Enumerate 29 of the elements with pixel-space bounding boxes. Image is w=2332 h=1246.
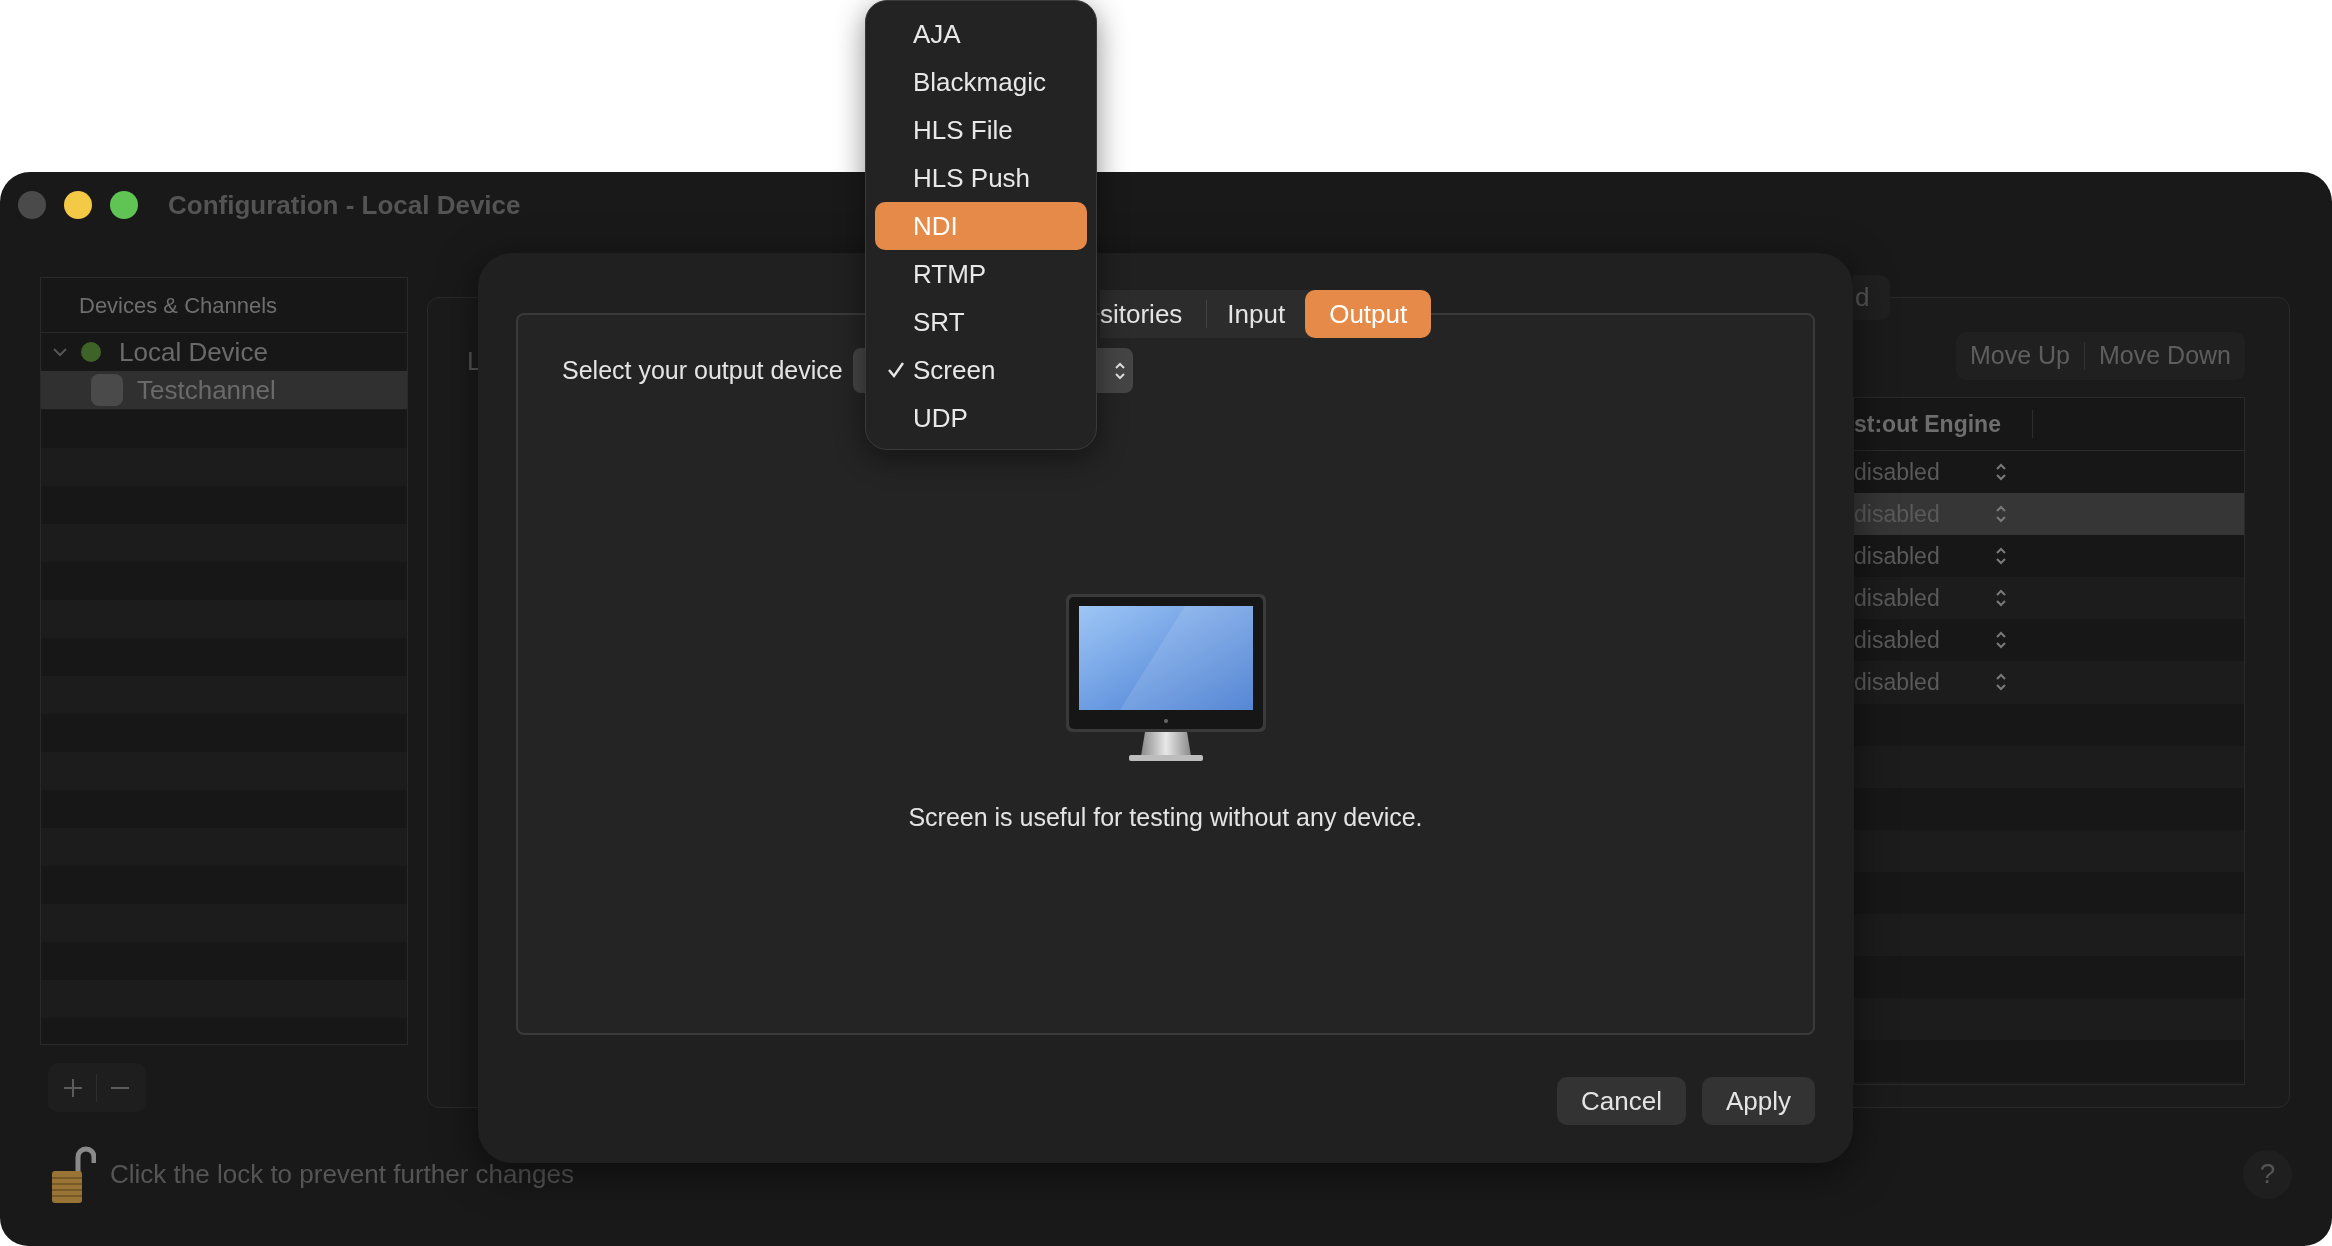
menu-item[interactable]: Blackmagic bbox=[875, 58, 1087, 106]
help-button[interactable]: ? bbox=[2243, 1149, 2292, 1199]
prompt-label: Select your output device bbox=[562, 354, 843, 386]
menu-item[interactable]: NDI bbox=[875, 202, 1087, 250]
table-cell-text: disabled bbox=[1854, 541, 1941, 571]
column-header: st:out Engine bbox=[1854, 409, 2002, 439]
tab[interactable]: sitories bbox=[1100, 290, 1207, 338]
table-cell-text: disabled bbox=[1854, 583, 1941, 613]
window-title: Configuration - Local Device bbox=[168, 188, 521, 222]
dialog-button[interactable]: Apply bbox=[1701, 1077, 1815, 1125]
menu-item[interactable]: RTMP bbox=[875, 250, 1087, 298]
menu-item[interactable]: HLS File bbox=[875, 106, 1087, 154]
description-text: Screen is useful for testing without any device. bbox=[908, 802, 1423, 833]
table-cell-text: disabled bbox=[1854, 667, 1941, 697]
dialog-button[interactable]: Cancel bbox=[1557, 1077, 1686, 1125]
menu-item[interactable]: Screen bbox=[875, 346, 1087, 394]
lock-hint: Click the lock to prevent further changes bbox=[110, 1157, 574, 1191]
table-cell-text: disabled bbox=[1854, 625, 1941, 655]
table-cell-text: disabled bbox=[1854, 457, 1941, 487]
column-header: Devices & Channels bbox=[79, 291, 278, 320]
tab[interactable]: Output bbox=[1305, 290, 1432, 338]
menu-item[interactable]: UDP bbox=[875, 394, 1087, 442]
sidebar-item[interactable]: Testchannel bbox=[41, 371, 407, 409]
menu-item[interactable]: AJA bbox=[875, 10, 1087, 58]
move-button[interactable]: Move Up bbox=[1955, 332, 2084, 380]
menu-item[interactable]: HLS Push bbox=[875, 154, 1087, 202]
move-button[interactable]: Move Down bbox=[2085, 332, 2245, 380]
menu-item[interactable]: SRT bbox=[875, 298, 1087, 346]
tab[interactable]: Input bbox=[1207, 290, 1306, 338]
